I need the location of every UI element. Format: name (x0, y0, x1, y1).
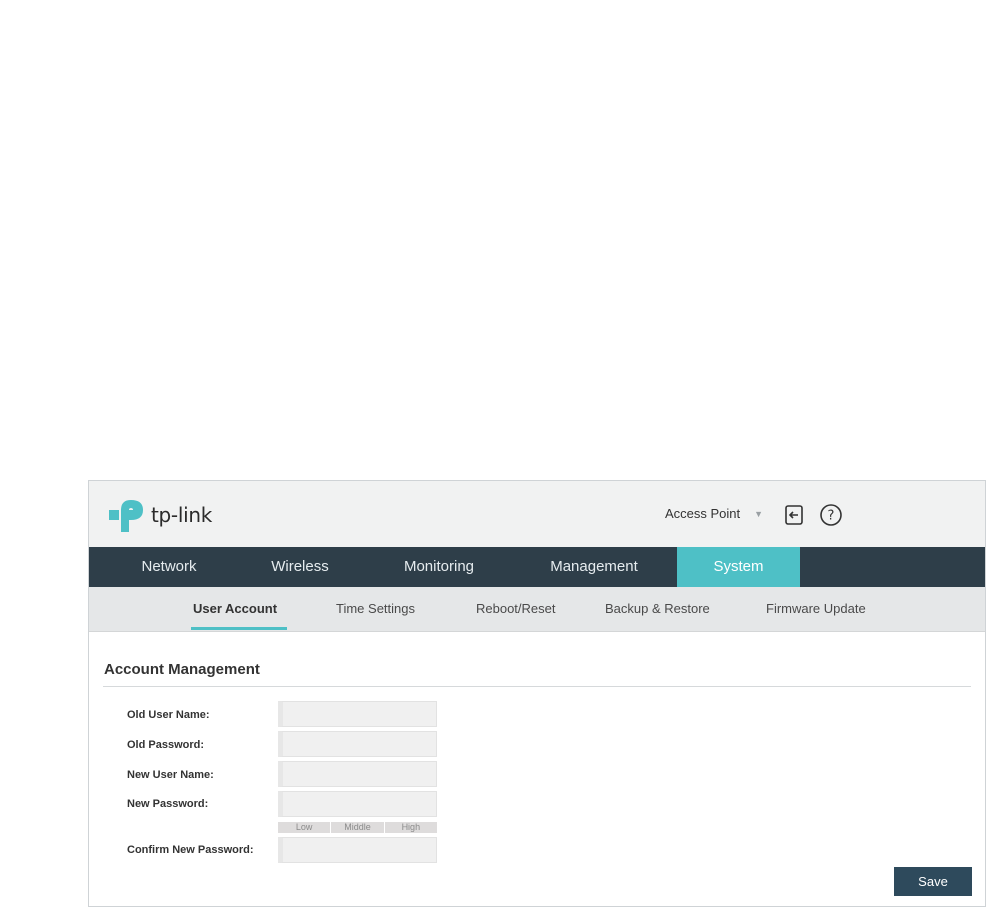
nav-network[interactable]: Network (119, 547, 219, 587)
confirm-password-input[interactable] (278, 837, 437, 863)
old-user-name-input[interactable] (278, 701, 437, 727)
section-divider (103, 686, 971, 687)
tab-user-account[interactable]: User Account (193, 601, 277, 616)
new-user-name-label: New User Name: (127, 769, 214, 781)
tab-firmware-update[interactable]: Firmware Update (766, 601, 866, 616)
active-tab-indicator (191, 627, 287, 630)
save-button[interactable]: Save (894, 867, 972, 896)
top-header: tp-link Access Point ▼ ? (89, 481, 985, 547)
main-nav: Network Wireless Monitoring Management S… (89, 547, 985, 587)
old-password-label: Old Password: (127, 739, 205, 751)
old-password-input[interactable] (278, 731, 437, 757)
tp-link-logo-icon (109, 500, 143, 532)
brand-logo: tp-link (109, 495, 212, 535)
tab-time-settings[interactable]: Time Settings (336, 601, 415, 616)
new-user-name-input[interactable] (278, 761, 437, 787)
mode-select[interactable]: Access Point ▼ (665, 506, 763, 521)
mode-select-value: Access Point (665, 506, 741, 521)
nav-wireless[interactable]: Wireless (250, 547, 350, 587)
help-icon[interactable]: ? (819, 503, 843, 527)
strength-middle: Middle (331, 822, 385, 833)
brand-name: tp-link (151, 503, 213, 527)
logout-icon[interactable] (782, 503, 806, 527)
sub-nav: User Account Time Settings Reboot/Reset … (89, 587, 985, 632)
chevron-down-icon: ▼ (754, 508, 764, 519)
tab-backup-restore[interactable]: Backup & Restore (605, 601, 710, 616)
strength-high: High (384, 822, 437, 833)
nav-system[interactable]: System (677, 547, 800, 587)
password-strength-meter: Low Middle High (278, 822, 437, 833)
confirm-password-label: Confirm New Password: (127, 844, 254, 856)
nav-monitoring[interactable]: Monitoring (387, 547, 491, 587)
router-admin-window: tp-link Access Point ▼ ? Network Wireles… (88, 480, 986, 907)
strength-low: Low (278, 822, 332, 833)
new-password-label: New Password: (127, 798, 209, 810)
new-password-input[interactable] (278, 791, 437, 817)
svg-text:?: ? (828, 509, 835, 524)
old-user-name-label: Old User Name: (127, 709, 210, 721)
tab-reboot-reset[interactable]: Reboot/Reset (476, 601, 556, 616)
nav-management[interactable]: Management (534, 547, 654, 587)
section-title: Account Management (104, 661, 260, 678)
